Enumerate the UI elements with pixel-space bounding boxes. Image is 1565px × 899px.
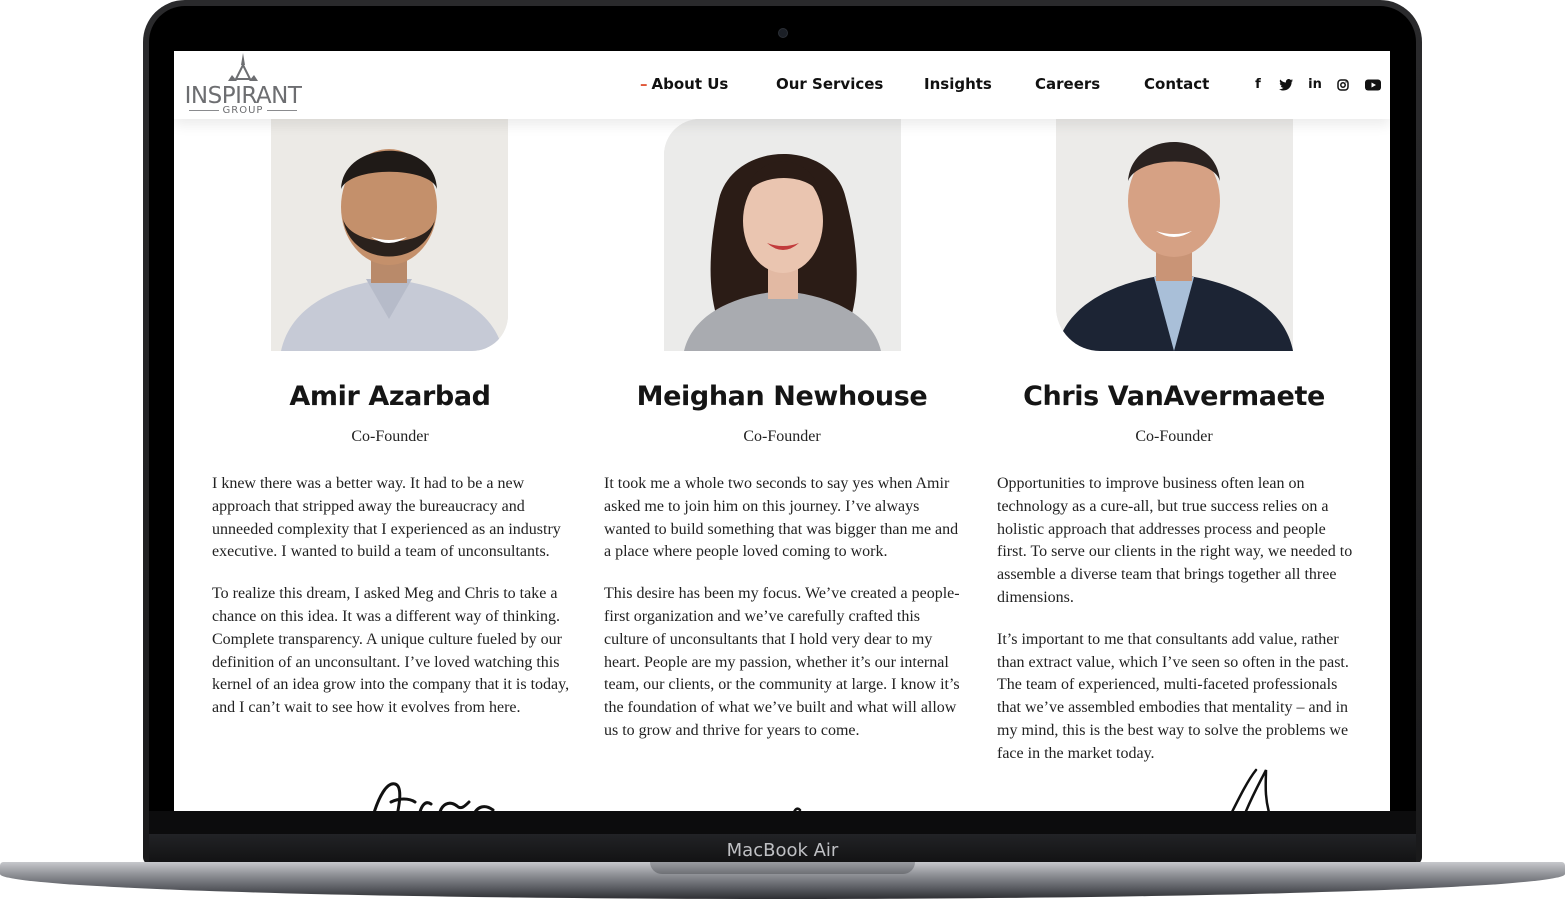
founder-bio: I knew there was a better way. It had to… — [212, 473, 574, 739]
nav-contact[interactable]: Contact — [1144, 75, 1209, 93]
founder-name: Amir Azarbad — [289, 381, 491, 412]
bio-paragraph: To realize this dream, I asked Meg and C… — [212, 585, 570, 717]
twitter-icon[interactable] — [1276, 75, 1296, 95]
youtube-icon[interactable] — [1363, 75, 1383, 95]
instagram-icon[interactable] — [1333, 75, 1353, 95]
logo-subtext: GROUP — [184, 105, 302, 116]
bio-paragraph: Opportunities to improve business often … — [997, 475, 1353, 606]
founder-photo-amir — [271, 119, 508, 351]
site-logo[interactable]: INSPIRANT GROUP — [184, 53, 302, 117]
founder-role: Co-Founder — [1135, 428, 1213, 445]
founder-photo-chris — [1056, 119, 1293, 351]
founder-name: Meighan Newhouse — [636, 381, 928, 412]
founder-photo-meighan — [664, 119, 901, 351]
webcam — [778, 28, 788, 38]
site-header: INSPIRANT GROUP – About Us Our Services I… — [174, 51, 1390, 119]
signature-chris — [1231, 768, 1270, 811]
device-model-label: MacBook Air — [726, 840, 839, 861]
nav-about-us-label: About Us — [651, 75, 729, 93]
nav-insights[interactable]: Insights — [924, 75, 992, 93]
browser-viewport: INSPIRANT GROUP – About Us Our Services I… — [174, 51, 1390, 811]
facebook-icon[interactable]: f — [1248, 75, 1268, 95]
signature-meighan — [793, 807, 802, 811]
founder-role: Co-Founder — [743, 428, 821, 445]
bio-paragraph: It took me a whole two seconds to say ye… — [604, 475, 959, 561]
founder-bio: Opportunities to improve business often … — [997, 473, 1359, 785]
nav-careers[interactable]: Careers — [1035, 75, 1100, 93]
active-marker: – — [640, 75, 648, 93]
bio-paragraph: It’s important to me that consultants ad… — [997, 630, 1349, 762]
founder-bio: It took me a whole two seconds to say ye… — [604, 473, 966, 762]
nav-our-services[interactable]: Our Services — [776, 75, 883, 93]
founder-name: Chris VanAvermaete — [1023, 381, 1325, 412]
signature-amir — [373, 782, 495, 811]
nav-about-us[interactable]: – About Us — [640, 75, 728, 93]
laptop-hinge-notch — [650, 862, 915, 874]
founder-role: Co-Founder — [351, 428, 429, 445]
logo-mark-icon — [228, 53, 258, 81]
bio-paragraph: I knew there was a better way. It had to… — [212, 475, 561, 561]
linkedin-icon[interactable]: in — [1305, 75, 1325, 95]
bio-paragraph: This desire has been my focus. We’ve cre… — [604, 585, 960, 739]
